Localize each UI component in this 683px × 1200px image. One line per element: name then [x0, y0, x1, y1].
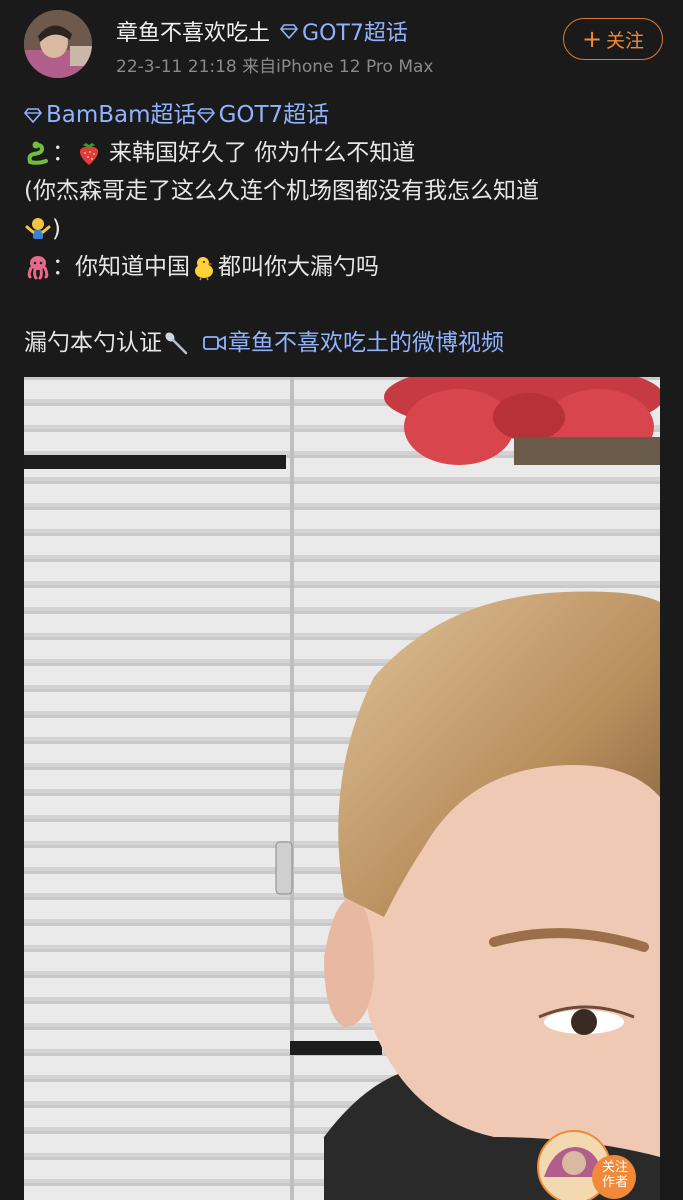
overlay-follow-l1: 关注: [601, 1160, 628, 1175]
diamond-icon: [24, 108, 42, 124]
topics-line: BamBam超话 GOT7超话: [24, 96, 664, 134]
post-content: BamBam超话 GOT7超话 ： 来韩国好久了 你为什么不知道 (你杰森哥走了…: [24, 96, 664, 362]
follow-label: 关注: [606, 29, 645, 52]
text-segment: 都叫你大漏勺吗: [218, 254, 379, 280]
text-line-5: 漏勺本勺认证 章鱼不喜欢吃土的微博视频: [24, 324, 664, 362]
text-line-4: ：你知道中国 都叫你大漏勺吗: [24, 248, 664, 286]
diamond-icon: [280, 24, 299, 40]
topic-label: BamBam超话: [46, 102, 197, 128]
topic-link-bambam[interactable]: BamBam超话: [24, 96, 197, 134]
post-header: 章鱼不喜欢吃土 GOT7超话 22-3-11 21:18 来自iPhone 12…: [0, 0, 683, 90]
topic-link-inline[interactable]: GOT7超话: [280, 15, 408, 47]
video-link-label: 章鱼不喜欢吃土的微博视频: [228, 330, 504, 356]
author-follow-overlay[interactable]: 关注 作者: [595, 1160, 635, 1190]
chick-emoji-icon: [195, 257, 213, 281]
octopus-emoji-icon: [27, 256, 49, 280]
topic-label-inline: GOT7超话: [302, 21, 408, 46]
shrug-emoji-icon: [25, 218, 51, 239]
diamond-icon: [196, 108, 215, 124]
text-line-1: ： 来韩国好久了 你为什么不知道: [24, 134, 664, 172]
follow-button[interactable]: + 关注: [563, 18, 663, 60]
username-row: 章鱼不喜欢吃土 GOT7超话: [116, 16, 408, 46]
separator: ：: [52, 140, 75, 166]
video-player[interactable]: 关注 作者: [24, 377, 660, 1200]
topic-label: GOT7超话: [218, 102, 330, 128]
text-line-2: (你杰森哥走了这么久连个机场图都没有我怎么知道: [24, 172, 664, 210]
username[interactable]: 章鱼不喜欢吃土: [116, 15, 270, 47]
text-segment: ：你知道中国: [52, 254, 190, 280]
topic-link-got7[interactable]: GOT7超话: [196, 96, 330, 134]
text-segment: ): [52, 216, 61, 242]
spoon-emoji-icon: [165, 332, 188, 355]
snake-emoji-icon: [27, 141, 48, 165]
video-camera-icon: [203, 335, 226, 351]
overlay-follow-l2: 作者: [601, 1175, 628, 1190]
avatar-image: [24, 10, 92, 78]
user-avatar[interactable]: [24, 10, 92, 78]
video-link[interactable]: 章鱼不喜欢吃土的微博视频: [202, 324, 504, 362]
text-segment: (你杰森哥走了这么久连个机场图都没有我怎么知道: [24, 178, 539, 204]
text-segment: 来韩国好久了 你为什么不知道: [109, 140, 416, 166]
strawberry-emoji-icon: [79, 143, 99, 165]
text-line-3: ): [24, 210, 664, 248]
post-meta: 22-3-11 21:18 来自iPhone 12 Pro Max: [116, 57, 434, 77]
video-frame: [24, 377, 660, 1200]
text-segment: 漏勺本勺认证: [24, 330, 162, 356]
plus-icon: +: [581, 25, 603, 53]
